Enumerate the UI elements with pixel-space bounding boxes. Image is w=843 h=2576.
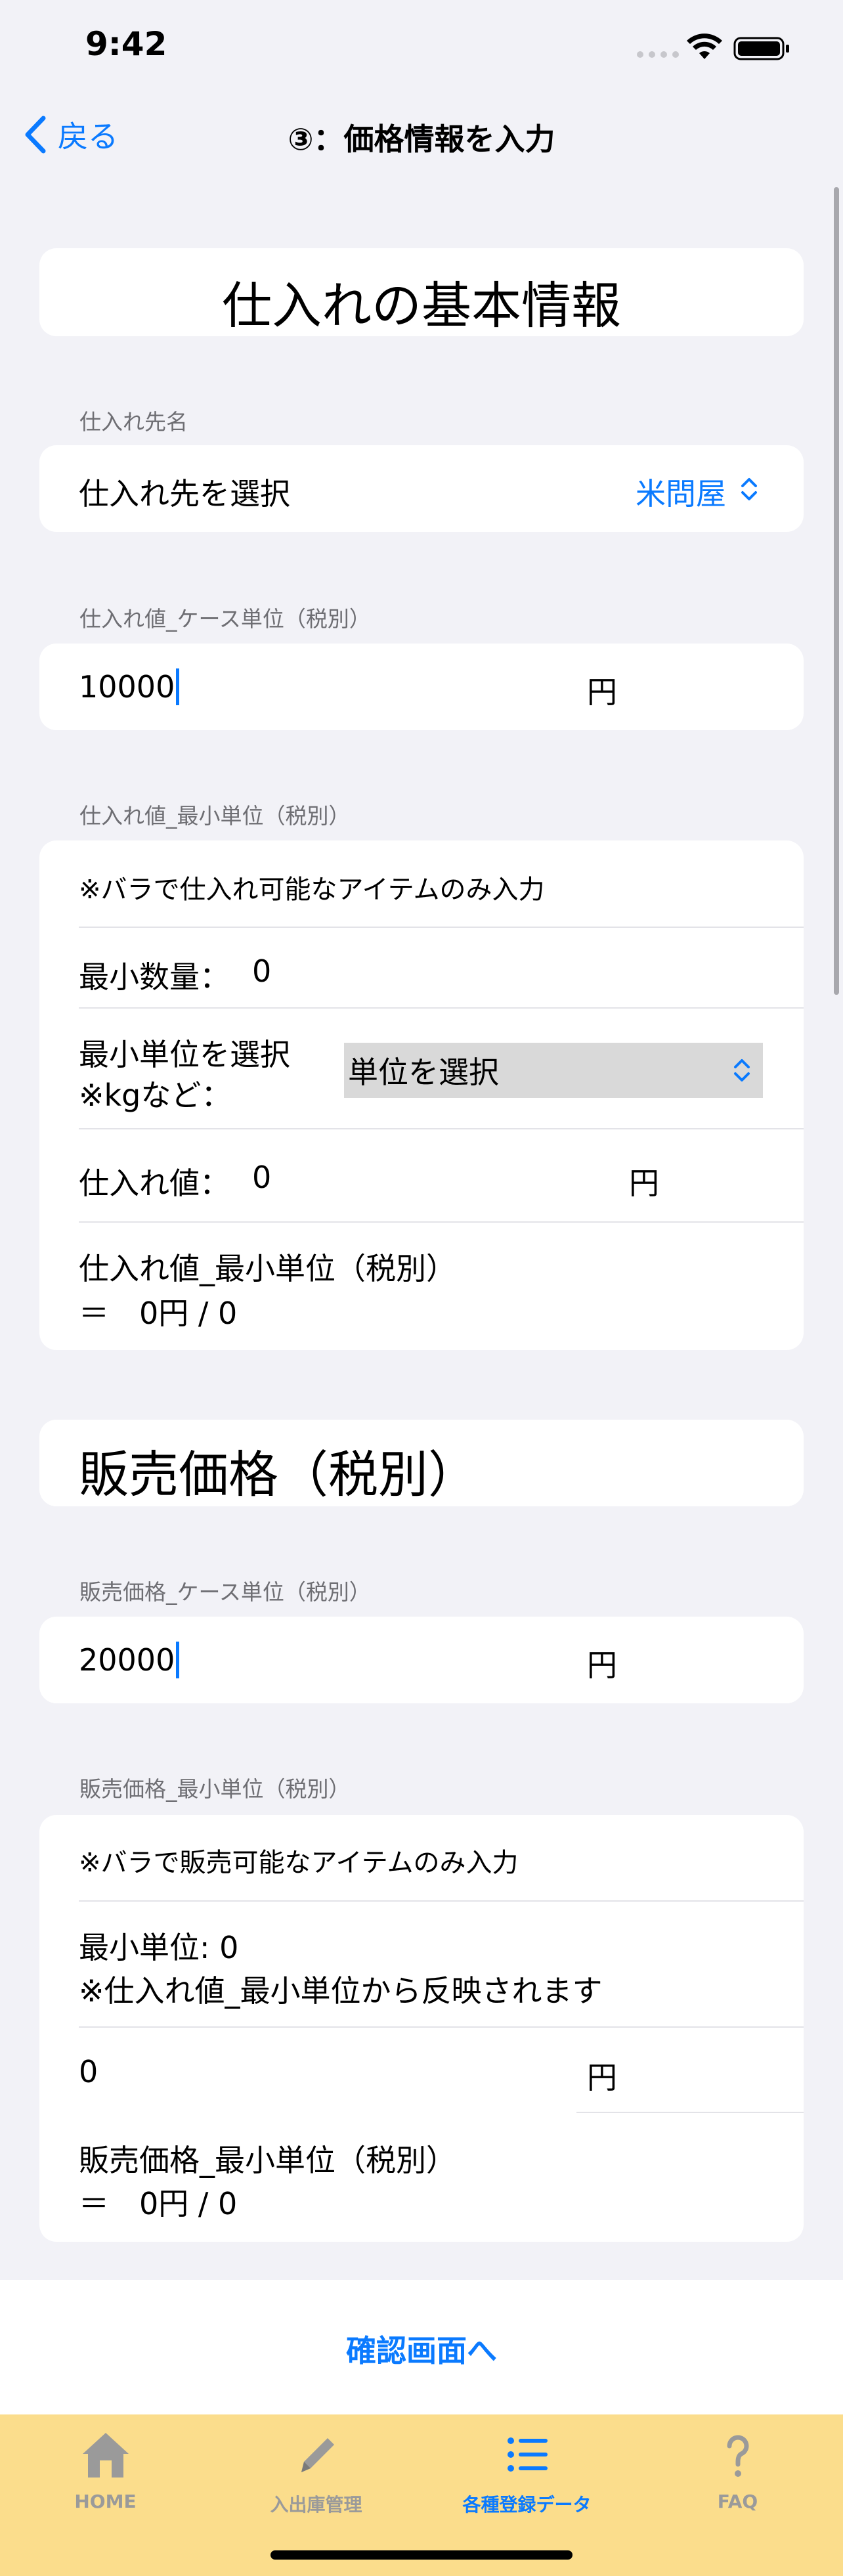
tab-faq[interactable]: FAQ [632, 2425, 843, 2556]
tab-stock-management[interactable]: 入出庫管理 [211, 2425, 422, 2556]
confirm-button[interactable]: 確認画面へ [0, 2327, 843, 2370]
purchase-case-price-value[interactable]: 10000 [79, 669, 175, 705]
divider [79, 1221, 804, 1223]
tab-registration-data[interactable]: 各種登録データ [422, 2425, 632, 2556]
divider [79, 2026, 804, 2028]
navigation-bar: 戻る ③：価格情報を入力 [0, 98, 843, 171]
page-title: ③：価格情報を入力 [288, 121, 555, 157]
question-icon [727, 2435, 748, 2477]
divider [79, 1007, 804, 1009]
sales-case-price-unit: 円 [587, 1648, 617, 1683]
purchase-min-unit-result-label: 仕入れ値_最小単位（税別） [79, 1251, 456, 1286]
tab-label: HOME [74, 2491, 137, 2512]
sales-reflect-note: ※仕入れ値_最小単位から反映されます [79, 1973, 603, 2009]
purchase-min-unit-header: 仕入れ値_最小単位（税別） [79, 803, 351, 829]
text-cursor [176, 668, 180, 705]
unit-picker[interactable]: 単位を選択 [344, 1043, 763, 1098]
tab-label: FAQ [717, 2491, 758, 2512]
sales-heading-card: 販売価格（税別） [39, 1420, 804, 1506]
sales-case-price-header: 販売価格_ケース単位（税別） [79, 1579, 371, 1605]
sales-min-unit-note: ※バラで販売可能なアイテムのみ入力 [79, 1848, 519, 1878]
purchase-min-unit-note: ※バラで仕入れ可能なアイテムのみ入力 [79, 875, 545, 905]
supplier-section-header: 仕入れ先名 [79, 409, 188, 435]
text-cursor [176, 1642, 180, 1678]
sales-min-unit-result-value: ＝ 0円 / 0 [79, 2186, 238, 2221]
sales-heading: 販売価格（税別） [79, 1445, 478, 1504]
sales-min-price-unit: 円 [587, 2060, 617, 2095]
divider [79, 1128, 804, 1129]
supplier-label: 仕入れ先を選択 [79, 476, 290, 512]
tab-home[interactable]: HOME [0, 2425, 211, 2556]
purchase-case-price-unit: 円 [587, 674, 617, 710]
signal-dots-icon [637, 51, 679, 58]
min-qty-input[interactable]: 0 [252, 953, 271, 989]
house-icon [82, 2433, 129, 2478]
wifi-icon [687, 33, 722, 59]
sales-min-unit-header: 販売価格_最小単位（税別） [79, 1776, 351, 1802]
purchase-min-unit-result-value: ＝ 0円 / 0 [79, 1296, 238, 1331]
min-qty-label: 最小数量： [79, 959, 230, 995]
purchase-min-unit-card: ※バラで仕入れ可能なアイテムのみ入力 最小数量： 0 最小単位を選択 ※kgなど… [39, 840, 804, 1350]
chevron-up-down-icon [734, 1059, 750, 1081]
battery-icon [733, 37, 789, 60]
purchase-case-price-row: 10000 円 [39, 644, 804, 730]
tab-label: 各種登録データ [462, 2494, 592, 2516]
purchase-case-price-input[interactable]: 10000 [79, 668, 180, 705]
sales-min-unit-card: ※バラで販売可能なアイテムのみ入力 最小単位: 0 ※仕入れ値_最小単位から反映… [39, 1815, 804, 2242]
divider [576, 2112, 804, 2113]
supplier-picker-row[interactable]: 仕入れ先を選択 米問屋 [39, 445, 804, 532]
tab-label: 入出庫管理 [270, 2494, 362, 2516]
purchase-price-unit: 円 [629, 1166, 659, 1201]
pencil-icon [301, 2438, 334, 2472]
unit-select-label-line2: ※kgなど： [79, 1078, 232, 1113]
sales-case-price-value[interactable]: 20000 [79, 1642, 175, 1678]
unit-picker-value: 単位を選択 [348, 1055, 499, 1090]
unit-select-label-line1: 最小単位を選択 [79, 1037, 290, 1072]
supplier-value[interactable]: 米問屋 [636, 470, 726, 513]
status-time: 9:42 [85, 25, 167, 63]
status-bar: 9:42 [0, 0, 843, 92]
list-icon [507, 2437, 548, 2472]
home-indicator [270, 2550, 573, 2560]
purchase-price-label: 仕入れ値： [79, 1166, 230, 1201]
sales-case-price-row: 20000 円 [39, 1617, 804, 1703]
purchase-heading: 仕入れの基本情報 [222, 276, 621, 335]
divider [79, 1900, 804, 1902]
scroll-indicator[interactable] [834, 187, 839, 995]
confirm-bar: 確認画面へ [0, 2280, 843, 2414]
chevron-up-down-icon [741, 478, 757, 500]
purchase-heading-card: 仕入れの基本情報 [39, 248, 804, 336]
purchase-price-input[interactable]: 0 [252, 1160, 271, 1195]
sales-case-price-input[interactable]: 20000 [79, 1642, 180, 1678]
sales-min-price-input[interactable]: 0 [79, 2054, 98, 2089]
divider [79, 927, 804, 928]
sales-min-unit-line: 最小単位: 0 [79, 1930, 239, 1965]
purchase-case-price-header: 仕入れ値_ケース単位（税別） [79, 606, 371, 632]
sales-min-unit-result-label: 販売価格_最小単位（税別） [79, 2143, 456, 2178]
